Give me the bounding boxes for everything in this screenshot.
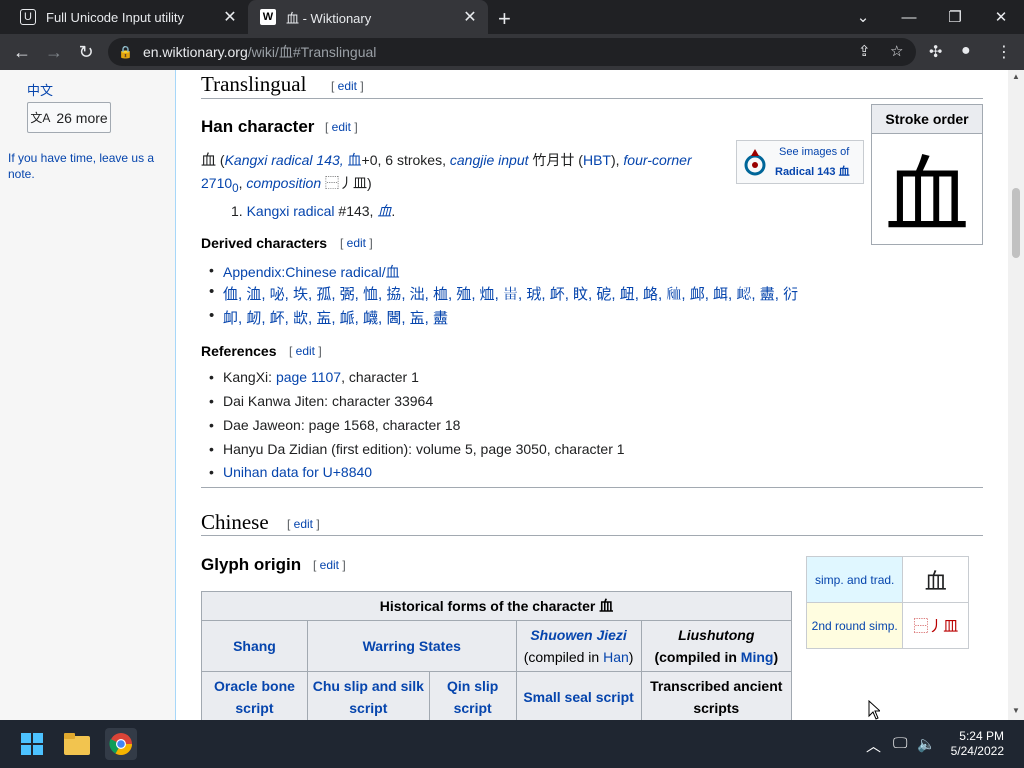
historical-forms-title: Historical forms of the character 血 — [201, 591, 792, 621]
unihan-link[interactable]: Unihan data for U+8840 — [209, 464, 372, 480]
unicode-utility-favicon: U — [20, 9, 36, 25]
mouse-cursor-icon — [868, 700, 880, 720]
edit-section-link[interactable]: [ edit ] — [313, 558, 346, 572]
extensions-puzzle-icon[interactable]: ✣ — [929, 42, 942, 62]
close-tab-icon[interactable]: ✕ — [462, 9, 478, 26]
windows-start-icon[interactable] — [16, 728, 48, 760]
reference-link[interactable]: page 1107 — [276, 369, 341, 385]
url-text: en.wiktionary.org/wiki/血#Translingual — [142, 44, 377, 60]
edit-section-link[interactable]: [ edit ] — [289, 344, 322, 358]
simp-glyph[interactable]: ⿱丿皿 — [902, 602, 969, 649]
reference-item: Dae Jaweon: page 1568, character 18 — [209, 417, 460, 433]
simp-label[interactable]: simp. and trad. — [805, 556, 904, 603]
network-icon[interactable]: 🖵 — [893, 735, 907, 752]
section-divider — [201, 487, 983, 488]
volume-icon[interactable]: 🔈 — [917, 735, 936, 753]
address-bar[interactable]: 🔒 en.wiktionary.org/wiki/血#Translingual … — [108, 38, 916, 66]
main-article: Translingual [ edit ] Han character [ ed… — [177, 70, 1008, 720]
windows-taskbar: ︿ 🖵 🔈 5:24 PM 5/24/2022 — [0, 720, 1024, 768]
sidebar: 中文 文A 26 more If you have time, leave us… — [0, 70, 176, 720]
wiktionary-favicon: W — [260, 9, 276, 25]
tab-title: 血 - Wiktionary — [286, 10, 372, 26]
tab-unicode-utility[interactable]: U Full Unicode Input utility ✕ — [8, 0, 248, 34]
heading-chinese: Chinese — [201, 510, 269, 534]
hist-header-warring-states[interactable]: Warring States — [306, 620, 517, 672]
chrome-menu-icon[interactable]: ⋮ — [996, 42, 1012, 62]
minimize-icon[interactable]: — — [886, 0, 932, 34]
wikimedia-commons-icon — [744, 149, 766, 176]
tab-title: Full Unicode Input utility — [46, 9, 185, 25]
scroll-up-arrow-icon[interactable]: ▲ — [1012, 72, 1020, 81]
historical-forms-table: Historical forms of the character 血 Shan… — [201, 591, 793, 720]
forward-arrow-icon[interactable]: → — [42, 40, 66, 64]
hist-small-seal[interactable]: Small seal script — [515, 671, 642, 720]
edit-section-link[interactable]: [ edit ] — [287, 517, 320, 531]
close-window-icon[interactable]: ✕ — [978, 0, 1024, 34]
simp-label[interactable]: 2nd round simp. — [805, 602, 904, 649]
hist-transcribed: Transcribed ancient scripts — [640, 671, 793, 720]
close-tab-icon[interactable]: ✕ — [222, 9, 238, 26]
leave-note-link[interactable]: If you have time, leave us a note. — [8, 150, 168, 182]
stroke-order-box: Stroke order 血 — [871, 104, 983, 245]
stroke-order-glyph: 血 — [884, 146, 969, 245]
restore-icon[interactable]: ❐ — [932, 0, 978, 34]
scroll-down-arrow-icon[interactable]: ▼ — [1012, 706, 1020, 715]
simplification-table: simp. and trad. 血 2nd round simp. ⿱丿皿 — [805, 556, 969, 649]
tray-overflow-chevron-icon[interactable]: ︿ — [866, 735, 881, 756]
back-arrow-icon[interactable]: ← — [10, 40, 34, 64]
derived-item-list[interactable]: 侐, 洫, 咇, 垁, 孤, 弻, 恤, 拹, 泏, 桖, 殈, 烅, 𤰫, 珬… — [209, 283, 798, 304]
file-explorer-icon[interactable] — [61, 728, 93, 760]
scrollbar-thumb[interactable] — [1012, 188, 1020, 258]
language-link-chinese[interactable]: 中文 — [27, 80, 53, 99]
reload-icon[interactable]: ↻ — [74, 40, 98, 64]
han-character-info: 血 (Kangxi radical 143, 血+0, 6 strokes, c… — [201, 152, 692, 195]
new-tab-plus-icon[interactable]: + — [498, 6, 511, 32]
tab-wiktionary[interactable]: W 血 - Wiktionary ✕ — [248, 0, 488, 34]
clock[interactable]: 5:24 PM 5/24/2022 — [951, 729, 1004, 759]
edit-section-link[interactable]: [ edit ] — [325, 120, 358, 134]
kangxi-radical-link[interactable]: Kangxi radical — [247, 203, 335, 219]
heading-han-character: Han character — [201, 117, 315, 136]
section-divider — [201, 98, 983, 99]
commons-images-box[interactable]: See images of Radical 143 血 — [736, 140, 864, 184]
heading-references: References — [201, 343, 277, 359]
edit-section-link[interactable]: [ edit ] — [331, 79, 364, 93]
tab-strip: U Full Unicode Input utility ✕ W 血 - Wik… — [0, 0, 1024, 34]
reference-item: Hanyu Da Zidian (first edition): volume … — [209, 441, 625, 457]
hist-qin-slip[interactable]: Qin slip script — [428, 671, 517, 720]
hist-header-shang[interactable]: Shang — [201, 620, 308, 672]
page-content: 中文 文A 26 more If you have time, leave us… — [0, 70, 1024, 720]
hist-oracle-bone[interactable]: Oracle bone script — [201, 671, 308, 720]
page-scrollbar[interactable]: ▲ ▼ — [1008, 70, 1024, 720]
heading-translingual: Translingual — [201, 72, 307, 96]
hist-header-shuowen: Shuowen Jiezi (compiled in Han) — [515, 620, 642, 672]
profile-avatar-icon[interactable]: ● — [961, 42, 971, 60]
derived-item-list[interactable]: 卹, 衂, 衃, 欪, 衁, 衇, 衊, 閪, 衁, 衋 — [209, 307, 448, 328]
simp-glyph: 血 — [902, 556, 969, 603]
edit-section-link[interactable]: [ edit ] — [340, 236, 373, 250]
tab-search-chevron-icon[interactable]: ⌄ — [840, 0, 886, 34]
definition-1: 1. Kangxi radical #143, ⾎. — [231, 203, 396, 219]
more-languages-button[interactable]: 文A 26 more — [27, 102, 111, 133]
hist-header-liushutong: Liushutong (compiled in Ming) — [640, 620, 793, 672]
derived-item-appendix[interactable]: Appendix:Chinese radical/血 — [209, 262, 400, 282]
translate-icon: 文A — [30, 111, 51, 125]
share-icon[interactable]: ⇪ — [858, 42, 871, 60]
reference-item: KangXi: page 1107, character 1 — [209, 369, 419, 385]
hist-chu-slip[interactable]: Chu slip and silk script — [306, 671, 430, 720]
chrome-taskbar-icon[interactable] — [105, 728, 137, 760]
reference-item: Dai Kanwa Jiten: character 33964 — [209, 393, 433, 409]
heading-derived-characters: Derived characters — [201, 235, 328, 251]
bookmark-star-icon[interactable]: ☆ — [890, 42, 903, 60]
section-divider — [201, 535, 983, 536]
browser-toolbar: ← → ↻ 🔒 en.wiktionary.org/wiki/血#Transli… — [0, 34, 1024, 70]
lock-icon[interactable]: 🔒 — [118, 45, 133, 59]
heading-glyph-origin: Glyph origin — [201, 555, 302, 574]
